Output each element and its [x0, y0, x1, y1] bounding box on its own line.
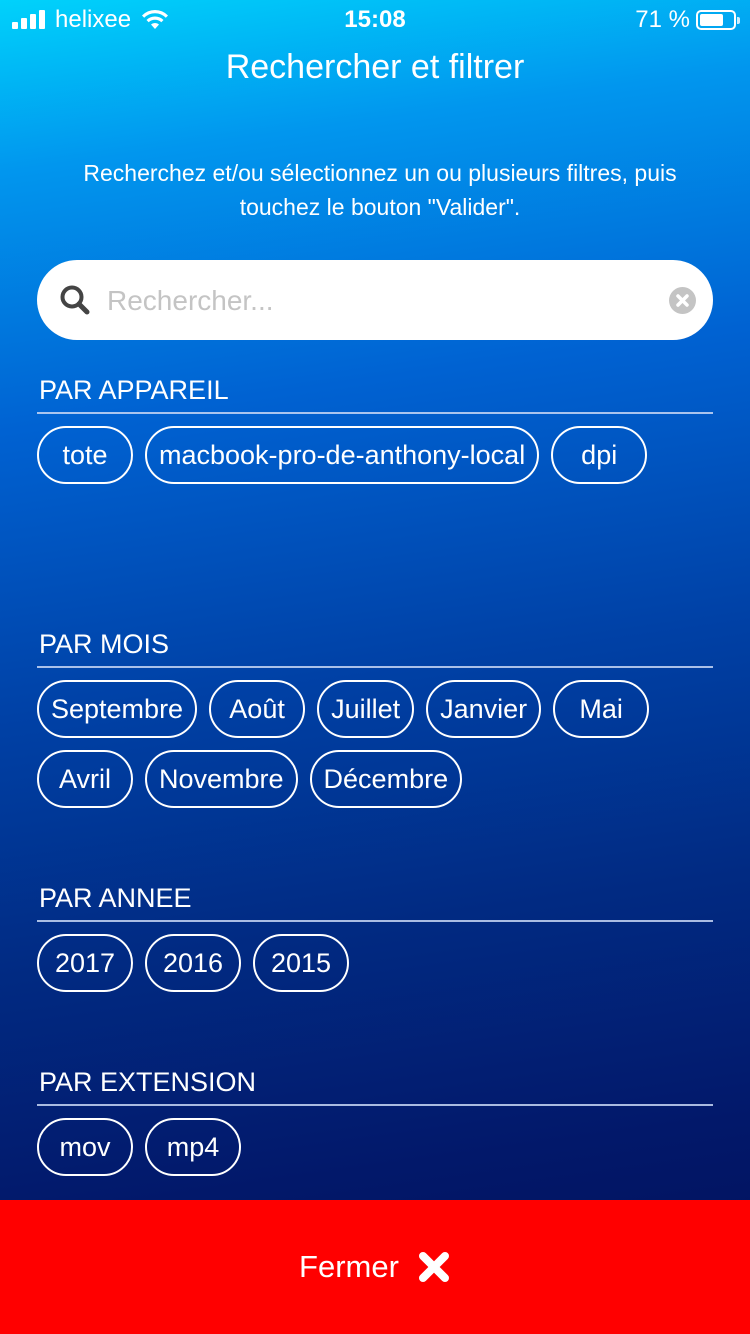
- search-input[interactable]: [105, 274, 659, 328]
- filter-chip[interactable]: Septembre: [37, 680, 198, 738]
- divider: [37, 412, 713, 414]
- close-label: Fermer: [299, 1249, 399, 1284]
- close-icon: [418, 1252, 449, 1282]
- chip-list: 2017 2016 2015: [37, 934, 713, 992]
- filter-chip[interactable]: Avril: [37, 750, 133, 808]
- filter-chip[interactable]: mp4: [145, 1118, 241, 1176]
- filter-chip[interactable]: Décembre: [309, 750, 463, 808]
- filter-chip[interactable]: Janvier: [426, 680, 542, 738]
- status-bar: helixee 15:08 71 %: [0, 0, 750, 40]
- filter-chip[interactable]: Juillet: [317, 680, 415, 738]
- filter-chip[interactable]: mov: [37, 1118, 133, 1176]
- section-title: PAR ANNEE: [39, 883, 192, 913]
- section-par-mois: PAR MOIS Septembre Août Juillet Janvier Mai A…: [37, 622, 713, 808]
- section-par-appareil: PAR APPAREIL tote macbook-pro-de-anthony-…: [37, 368, 713, 484]
- close-button[interactable]: Fermer: [0, 1200, 750, 1334]
- clear-search-icon[interactable]: [669, 287, 696, 314]
- page-title: Rechercher et filtrer: [225, 48, 525, 86]
- chip-list: mov mp4: [37, 1118, 713, 1176]
- filter-chip[interactable]: tote: [37, 426, 133, 484]
- section-title: PAR MOIS: [39, 629, 170, 659]
- filter-chip[interactable]: 2015: [253, 934, 349, 992]
- filter-chip[interactable]: Mai: [553, 680, 650, 738]
- battery-percent: 71 %: [635, 6, 690, 33]
- filter-chip[interactable]: Novembre: [145, 750, 298, 808]
- battery-icon: [696, 10, 740, 30]
- section-title: PAR APPAREIL: [39, 375, 229, 405]
- battery-level: [700, 14, 723, 26]
- filter-chip[interactable]: dpi: [551, 426, 648, 484]
- section-par-annee: PAR ANNEE 2017 2016 2015: [37, 876, 713, 992]
- divider: [37, 920, 713, 922]
- section-title: PAR EXTENSION: [39, 1067, 257, 1097]
- filter-chip[interactable]: 2016: [145, 934, 241, 992]
- filter-chip[interactable]: macbook-pro-de-anthony-local: [145, 426, 540, 484]
- divider: [37, 1104, 713, 1106]
- section-par-extension: PAR EXTENSION mov mp4: [37, 1060, 713, 1176]
- search-bar[interactable]: [37, 260, 713, 340]
- divider: [37, 666, 713, 668]
- search-icon: [60, 285, 90, 315]
- chip-list: tote macbook-pro-de-anthony-local dpi: [37, 426, 713, 484]
- filter-chip[interactable]: Août: [209, 680, 306, 738]
- chip-list: Septembre Août Juillet Janvier Mai Avril Novem…: [37, 680, 713, 808]
- filter-chip[interactable]: 2017: [37, 934, 133, 992]
- instructions-text: Recherchez et/ou sélectionnez un ou plus…: [83, 160, 677, 220]
